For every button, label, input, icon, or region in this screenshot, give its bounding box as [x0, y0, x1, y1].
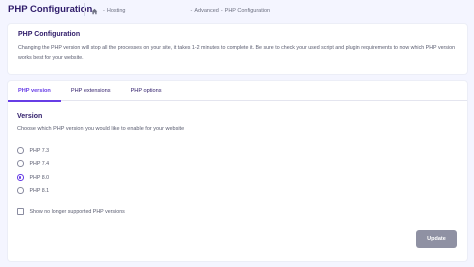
radio-button[interactable]: [17, 187, 24, 194]
breadcrumb-separator: -: [190, 8, 193, 14]
info-title: PHP Configuration: [18, 31, 81, 38]
breadcrumb-hosting[interactable]: Hosting: [107, 8, 126, 14]
php-version-card: PHP version PHP extensions PHP options V…: [8, 81, 467, 261]
radio-label: PHP 8.1: [29, 187, 50, 194]
radio-button-selected[interactable]: [17, 174, 24, 181]
tab-php-extensions[interactable]: PHP extensions: [61, 81, 121, 101]
tab-php-options[interactable]: PHP options: [121, 81, 172, 101]
version-title: Version: [17, 113, 43, 120]
radio-php-8-0[interactable]: PHP 8.0: [17, 173, 49, 182]
breadcrumb-advanced[interactable]: Advanced: [194, 8, 218, 14]
header-divider: [84, 3, 85, 16]
checkbox-label: Show no longer supported PHP versions: [29, 208, 125, 215]
radio-php-7-3[interactable]: PHP 7.3: [17, 146, 49, 155]
show-unsupported-checkbox[interactable]: [17, 208, 24, 215]
breadcrumb-separator: -: [220, 8, 223, 14]
radio-label: PHP 7.4: [29, 160, 50, 167]
radio-php-7-4[interactable]: PHP 7.4: [17, 159, 49, 168]
top-bar: PHP Configuration - Hosting - Advanced -…: [0, 0, 474, 20]
radio-label: PHP 7.3: [29, 147, 50, 154]
version-subtitle: Choose which PHP version you would like …: [17, 126, 185, 132]
radio-button[interactable]: [17, 160, 24, 167]
update-button[interactable]: Update: [416, 230, 457, 248]
radio-label: PHP 8.0: [29, 174, 50, 181]
radio-button[interactable]: [17, 147, 24, 154]
home-icon[interactable]: [91, 8, 98, 15]
info-text: Changing the PHP version will stop all t…: [18, 45, 456, 61]
page-title: PHP Configuration: [8, 4, 93, 15]
show-unsupported-checkbox-row[interactable]: Show no longer supported PHP versions: [17, 207, 125, 216]
info-card: PHP Configuration Changing the PHP versi…: [8, 24, 467, 74]
radio-php-8-1[interactable]: PHP 8.1: [17, 186, 49, 195]
tab-php-version[interactable]: PHP version: [8, 81, 61, 102]
tab-bar: PHP version PHP extensions PHP options: [8, 81, 467, 102]
breadcrumb-separator: -: [103, 8, 105, 14]
breadcrumb-php-configuration: PHP Configuration: [224, 8, 271, 14]
breadcrumb: - Hosting - Advanced - PHP Configuration: [91, 6, 270, 16]
